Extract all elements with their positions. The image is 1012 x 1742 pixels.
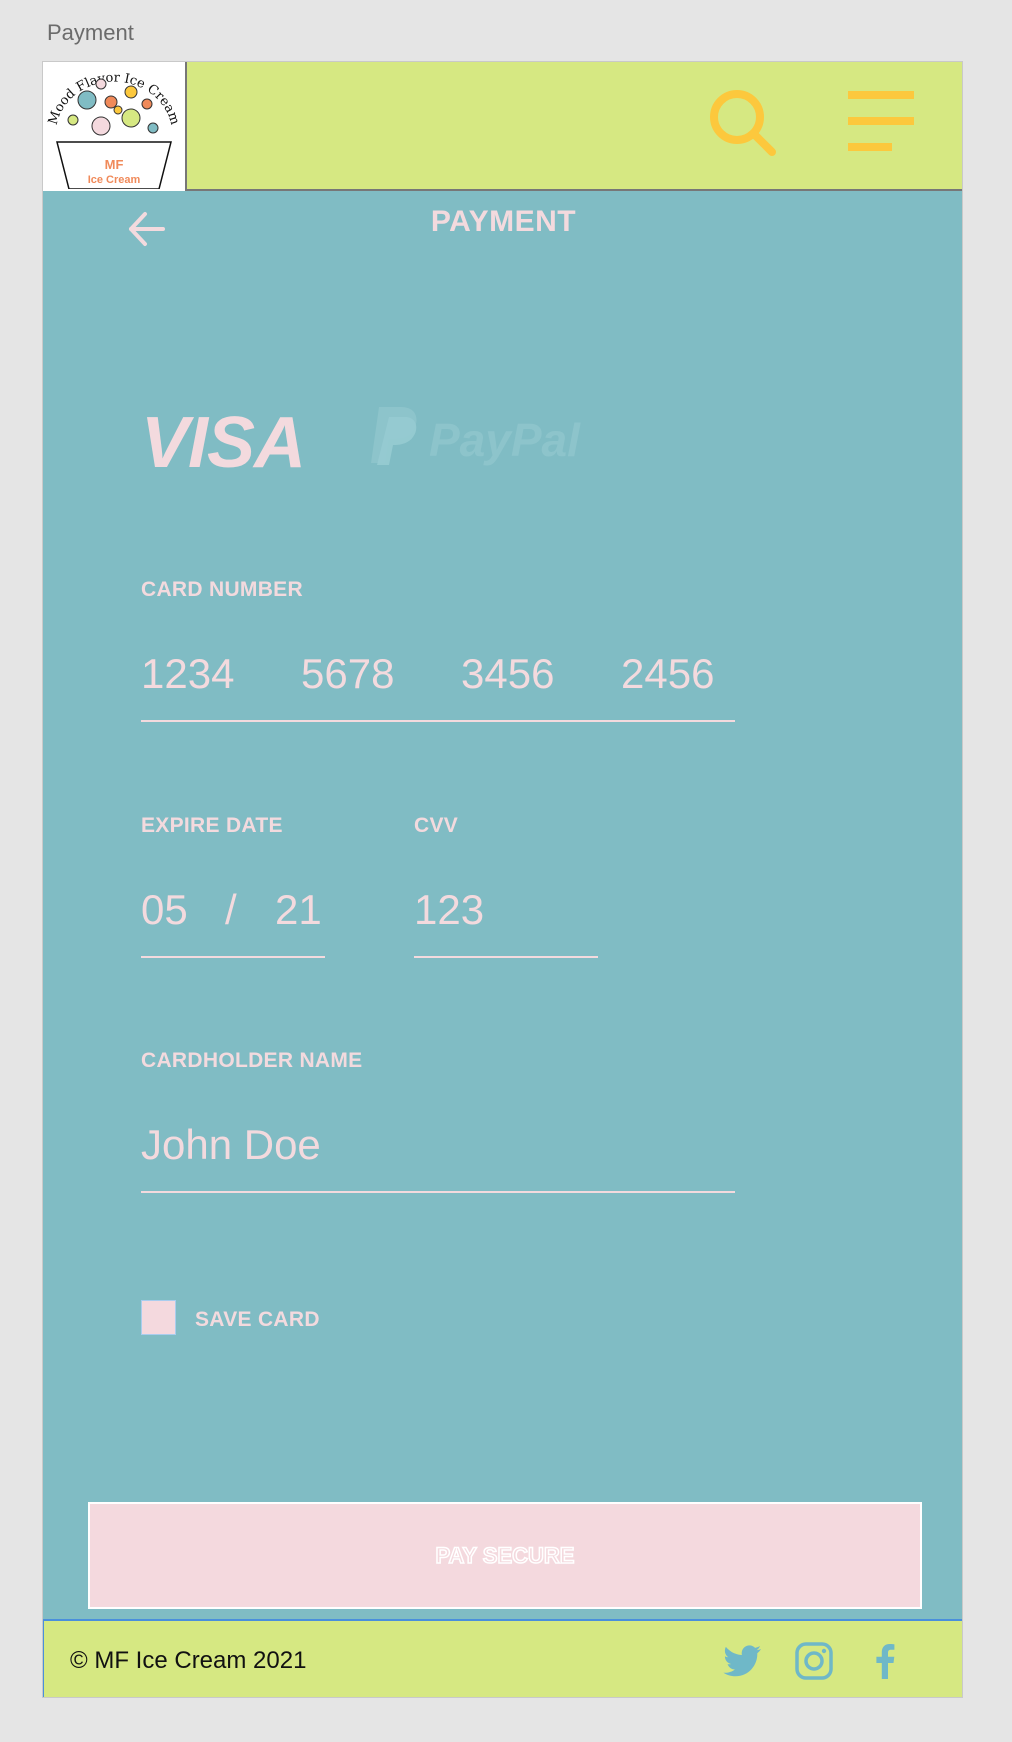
twitter-link[interactable] [723,1641,763,1681]
pay-secure-button[interactable]: PAY SECURE [88,1502,922,1609]
copyright-text: © MF Ice Cream 2021 [70,1647,307,1674]
logo[interactable]: Mood Flavor Ice Cream MF Ice Cream [43,62,187,191]
cvv-label: CVV [414,814,459,837]
save-card-label: SAVE CARD [195,1308,320,1331]
cvv-underline [414,956,598,958]
logo-subtitle: Ice Cream [88,174,141,186]
page-title: PAYMENT [430,205,577,238]
card-number-underline [141,720,735,722]
card-number-label: CARD NUMBER [141,578,303,601]
facebook-link[interactable] [865,1641,905,1681]
cardholder-label: CARDHOLDER NAME [141,1049,363,1072]
card-number-group-3: 3456 [461,650,555,697]
card-number-group-1: 1234 [141,650,235,697]
logo-image: Mood Flavor Ice Cream MF Ice Cream [46,71,182,189]
paypal-icon [371,407,417,465]
app-header: Mood Flavor Ice Cream MF Ice Cream [43,62,962,191]
expire-month: 05 [141,886,188,933]
twitter-icon [723,1645,761,1677]
search-button[interactable] [708,88,784,164]
expire-date-underline [141,956,325,958]
cardholder-value: John Doe [141,1121,321,1168]
instagram-link[interactable] [794,1641,834,1681]
expire-year: 21 [275,886,322,933]
payment-screen: Mood Flavor Ice Cream MF Ice Cream [42,61,963,1698]
footer: © MF Ice Cream 2021 [43,1619,962,1697]
save-card-checkbox[interactable] [141,1300,176,1335]
card-number-group-2: 5678 [301,650,395,697]
paypal-label: PayPal [429,414,580,466]
search-icon [710,90,776,156]
expire-separator: / [225,886,237,933]
paypal-option[interactable]: PayPal [369,407,580,477]
facebook-icon [876,1644,895,1679]
pay-secure-label: PAY SECURE [435,1542,575,1569]
cvv-value: 123 [414,886,485,933]
cardholder-underline [141,1191,735,1193]
expire-date-label: EXPIRE DATE [141,814,283,837]
visa-option[interactable]: VISA [141,402,306,484]
logo-initials: MF [105,157,124,172]
menu-button[interactable] [848,91,918,155]
card-number-group-4: 2456 [621,650,715,697]
artboard-label: Payment [47,20,134,45]
instagram-icon [795,1642,833,1680]
